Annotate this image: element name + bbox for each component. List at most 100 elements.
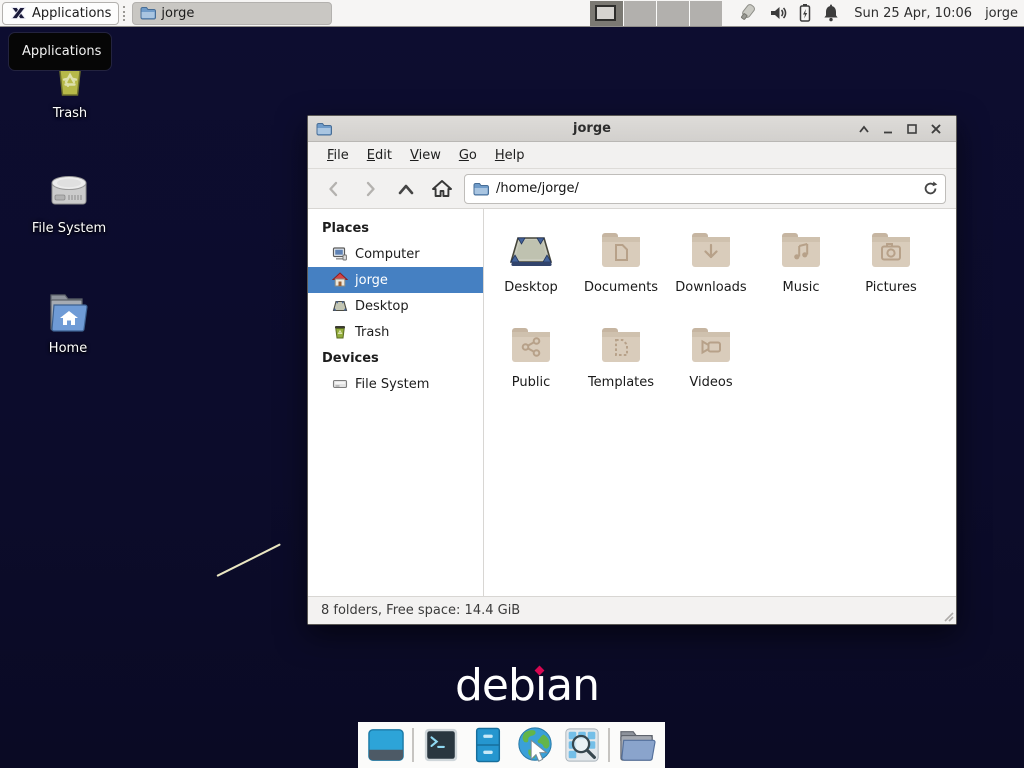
sidebar-item-jorge[interactable]: jorge bbox=[308, 267, 483, 293]
web-browser-icon bbox=[515, 725, 555, 765]
workspace-1[interactable] bbox=[590, 1, 623, 26]
file-icon-view[interactable]: Desktop Documents bbox=[484, 209, 956, 596]
file-item-desktop[interactable]: Desktop bbox=[486, 225, 576, 320]
up-icon bbox=[396, 182, 416, 196]
maximize-button[interactable] bbox=[900, 119, 924, 139]
file-item-pictures[interactable]: Pictures bbox=[846, 225, 936, 320]
home-button[interactable] bbox=[424, 174, 460, 204]
dock-separator bbox=[608, 728, 610, 762]
web-browser-launcher[interactable] bbox=[514, 725, 555, 765]
panel-username[interactable]: jorge bbox=[985, 6, 1018, 21]
debian-wordmark: debıan bbox=[455, 660, 599, 711]
sidebar-item-label: Desktop bbox=[355, 299, 409, 314]
volume-icon[interactable] bbox=[768, 3, 788, 23]
sidebar-item-trash[interactable]: Trash bbox=[308, 319, 483, 345]
sidebar-item-computer[interactable]: Computer bbox=[308, 241, 483, 267]
file-label: Videos bbox=[689, 375, 732, 390]
window-body: Places Computer jo bbox=[308, 209, 956, 596]
file-label: Documents bbox=[584, 280, 658, 295]
panel-clock[interactable]: Sun 25 Apr, 10:06 bbox=[854, 6, 972, 21]
path-bar[interactable]: /home/jorge/ bbox=[464, 174, 946, 204]
up-button[interactable] bbox=[388, 174, 424, 204]
menu-file[interactable]: File bbox=[318, 144, 358, 167]
desktop: Applications jorge bbox=[0, 0, 1024, 768]
file-item-videos[interactable]: Videos bbox=[666, 320, 756, 415]
file-label: Music bbox=[783, 280, 820, 295]
trash-small-icon bbox=[332, 324, 348, 340]
status-text: 8 folders, Free space: 14.4 GiB bbox=[321, 603, 520, 618]
battery-charging-icon[interactable] bbox=[797, 3, 813, 23]
desktop-icon-file-system[interactable]: File System bbox=[19, 169, 119, 236]
desktop-icon-home[interactable]: Home bbox=[18, 289, 118, 356]
workspace-3[interactable] bbox=[656, 1, 689, 26]
file-label: Desktop bbox=[504, 280, 558, 295]
path-input[interactable]: /home/jorge/ bbox=[496, 181, 922, 196]
forward-button[interactable] bbox=[352, 174, 388, 204]
sidebar-item-label: Trash bbox=[355, 325, 389, 340]
dock-separator bbox=[412, 728, 414, 762]
window-titlebar[interactable]: jorge bbox=[308, 116, 956, 142]
sidebar-item-file-system[interactable]: File System bbox=[308, 371, 483, 397]
maximize-icon bbox=[906, 123, 918, 135]
sidebar: Places Computer jo bbox=[308, 209, 484, 596]
applications-menu-label: Applications bbox=[32, 6, 111, 21]
documents-folder-icon bbox=[597, 225, 645, 273]
downloads-folder-icon bbox=[687, 225, 735, 273]
menu-edit[interactable]: Edit bbox=[358, 144, 401, 167]
file-manager-launcher[interactable] bbox=[616, 725, 657, 765]
file-label: Pictures bbox=[865, 280, 916, 295]
home-folder-icon bbox=[43, 289, 93, 337]
file-label: Public bbox=[512, 375, 550, 390]
taskbar-window-button[interactable]: jorge bbox=[132, 2, 332, 25]
file-item-templates[interactable]: Templates bbox=[576, 320, 666, 415]
computer-icon bbox=[332, 246, 348, 262]
file-cabinet-icon bbox=[471, 726, 505, 764]
minimize-button[interactable] bbox=[876, 119, 900, 139]
drive-small-icon bbox=[332, 376, 348, 392]
workspace-window-preview bbox=[595, 5, 616, 21]
menu-go[interactable]: Go bbox=[450, 144, 486, 167]
music-folder-icon bbox=[777, 225, 825, 273]
resize-grip[interactable] bbox=[942, 610, 954, 622]
file-item-downloads[interactable]: Downloads bbox=[666, 225, 756, 320]
pictures-folder-icon bbox=[867, 225, 915, 273]
file-item-documents[interactable]: Documents bbox=[576, 225, 666, 320]
public-folder-icon bbox=[507, 320, 555, 368]
workspace-4[interactable] bbox=[689, 1, 722, 26]
notifications-bell-icon[interactable] bbox=[822, 3, 840, 23]
user-home-icon bbox=[332, 272, 348, 288]
show-desktop-icon bbox=[367, 727, 405, 763]
terminal-launcher[interactable] bbox=[420, 725, 461, 765]
xfce-logo-icon bbox=[10, 5, 27, 22]
file-manager-window: jorge File Edit View Go Help bbox=[307, 115, 957, 625]
status-bar: 8 folders, Free space: 14.4 GiB bbox=[308, 596, 956, 624]
menu-help[interactable]: Help bbox=[486, 144, 534, 167]
sidebar-item-desktop[interactable]: Desktop bbox=[308, 293, 483, 319]
workspace-2[interactable] bbox=[623, 1, 656, 26]
back-button[interactable] bbox=[316, 174, 352, 204]
shade-icon bbox=[858, 124, 870, 134]
applications-menu-button[interactable]: Applications bbox=[2, 2, 119, 25]
workspace-switcher[interactable] bbox=[590, 1, 722, 26]
app-finder-icon bbox=[563, 726, 601, 764]
close-button[interactable] bbox=[924, 119, 948, 139]
shade-button[interactable] bbox=[852, 119, 876, 139]
pen-tool-icon[interactable] bbox=[735, 2, 759, 24]
desktop-icon-label: File System bbox=[19, 221, 119, 236]
app-finder-launcher[interactable] bbox=[561, 725, 602, 765]
show-desktop-button[interactable] bbox=[365, 725, 406, 765]
reload-icon[interactable] bbox=[922, 180, 939, 197]
applications-tooltip: Applications bbox=[8, 32, 112, 71]
sidebar-item-label: File System bbox=[355, 377, 429, 392]
desktop-pad-icon bbox=[507, 225, 555, 273]
home-icon bbox=[432, 179, 452, 198]
window-title: jorge bbox=[332, 121, 852, 136]
tooltip-text: Applications bbox=[22, 44, 101, 59]
menu-view[interactable]: View bbox=[401, 144, 450, 167]
desktop-icon-label: Home bbox=[18, 341, 118, 356]
file-item-music[interactable]: Music bbox=[756, 225, 846, 320]
panel-grip[interactable] bbox=[123, 6, 127, 21]
pen-stroke-artifact bbox=[216, 543, 281, 577]
file-cabinet-launcher[interactable] bbox=[467, 725, 508, 765]
file-item-public[interactable]: Public bbox=[486, 320, 576, 415]
